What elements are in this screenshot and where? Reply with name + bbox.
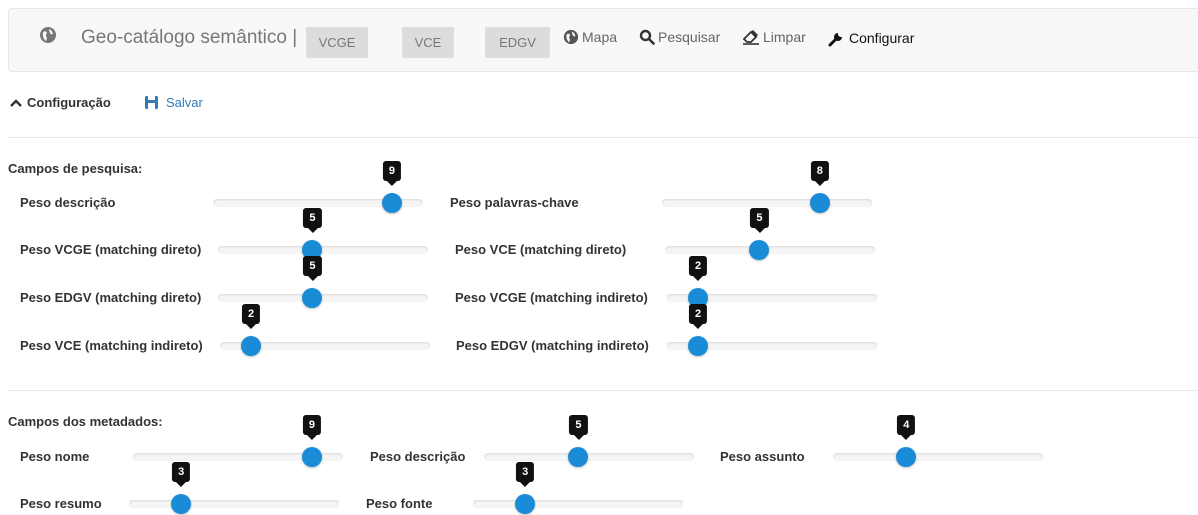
slider-peso-descricao-track[interactable] bbox=[484, 453, 694, 461]
map-link[interactable]: Mapa bbox=[563, 29, 617, 45]
configure-link[interactable]: Configurar bbox=[828, 29, 914, 47]
divider bbox=[8, 137, 1198, 138]
clear-link-label: Limpar bbox=[763, 29, 806, 45]
map-link-label: Mapa bbox=[582, 29, 618, 45]
configure-link-label: Configurar bbox=[849, 30, 915, 46]
slider-peso-edgv-matching-direto-handle[interactable] bbox=[302, 288, 323, 308]
divider bbox=[8, 390, 1198, 391]
brand-title[interactable]: Geo-catálogo semântico | bbox=[81, 27, 297, 49]
save-button[interactable]: Salvar bbox=[145, 95, 203, 110]
slider-peso-palavras-chave-label: Peso palavras-chave bbox=[450, 195, 579, 210]
slider-peso-vcge-matching-direto-track[interactable] bbox=[218, 246, 428, 254]
slider-peso-descricao-handle[interactable] bbox=[568, 447, 589, 467]
edgv-button[interactable]: EDGV bbox=[485, 27, 550, 58]
clear-link[interactable]: Limpar bbox=[742, 29, 806, 45]
slider-peso-descricao-handle[interactable] bbox=[381, 193, 402, 213]
globe-icon bbox=[563, 29, 579, 45]
slider-peso-nome-value-tooltip: 9 bbox=[302, 415, 321, 440]
slider-peso-assunto-value-tooltip: 4 bbox=[897, 415, 916, 440]
slider-peso-palavras-chave-track[interactable] bbox=[662, 199, 872, 207]
slider-peso-vce-matching-direto-track[interactable] bbox=[665, 246, 875, 254]
vce-button[interactable]: VCE bbox=[402, 27, 454, 58]
chevron-up-icon bbox=[10, 98, 22, 107]
slider-peso-edgv-matching-indireto-label: Peso EDGV (matching indireto) bbox=[456, 338, 649, 353]
configuration-toggle[interactable]: Configuração bbox=[10, 95, 111, 110]
configuration-title: Configuração bbox=[27, 95, 111, 110]
floppy-icon bbox=[145, 96, 158, 109]
slider-peso-vce-matching-direto-label: Peso VCE (matching direto) bbox=[455, 242, 627, 257]
slider-peso-vcge-matching-direto-label: Peso VCGE (matching direto) bbox=[20, 242, 202, 257]
wrench-icon bbox=[828, 33, 842, 47]
slider-peso-nome-label: Peso nome bbox=[20, 449, 90, 464]
slider-peso-fonte-label: Peso fonte bbox=[366, 496, 433, 511]
slider-peso-vce-matching-indireto-handle[interactable] bbox=[241, 336, 262, 356]
slider-peso-resumo-handle[interactable] bbox=[171, 494, 192, 514]
slider-peso-vce-matching-indireto-label: Peso VCE (matching indireto) bbox=[20, 338, 203, 353]
slider-peso-edgv-matching-indireto-handle[interactable] bbox=[688, 336, 709, 356]
search-link[interactable]: Pesquisar bbox=[639, 29, 720, 45]
slider-peso-resumo-label: Peso resumo bbox=[20, 496, 102, 511]
slider-peso-nome-handle[interactable] bbox=[301, 447, 322, 467]
slider-peso-fonte-track[interactable] bbox=[473, 500, 683, 508]
slider-peso-edgv-matching-direto-value-tooltip: 5 bbox=[303, 256, 322, 281]
slider-peso-descricao-label: Peso descrição bbox=[20, 195, 116, 210]
search-link-label: Pesquisar bbox=[658, 29, 721, 45]
metadata-fields-title: Campos dos metadados: bbox=[8, 414, 163, 429]
slider-peso-vce-matching-indireto-value-tooltip: 2 bbox=[242, 304, 261, 329]
slider-peso-palavras-chave-value-tooltip: 8 bbox=[810, 161, 829, 186]
slider-peso-descricao-value-tooltip: 5 bbox=[569, 415, 588, 440]
slider-peso-vcge-matching-direto-value-tooltip: 5 bbox=[303, 208, 322, 233]
navbar: Geo-catálogo semântico | VCGE VCE EDGV M… bbox=[8, 8, 1198, 72]
globe-icon[interactable] bbox=[39, 26, 57, 44]
slider-peso-resumo-track[interactable] bbox=[129, 500, 339, 508]
slider-peso-palavras-chave-handle[interactable] bbox=[809, 193, 830, 213]
slider-peso-edgv-matching-direto-label: Peso EDGV (matching direto) bbox=[20, 290, 202, 305]
slider-peso-resumo-value-tooltip: 3 bbox=[172, 462, 191, 487]
slider-peso-vcge-matching-indireto-value-tooltip: 2 bbox=[689, 256, 708, 281]
slider-peso-fonte-handle[interactable] bbox=[515, 494, 536, 514]
slider-peso-descricao-value-tooltip: 9 bbox=[382, 161, 401, 186]
vcge-button[interactable]: VCGE bbox=[306, 27, 368, 58]
slider-peso-vce-matching-direto-value-tooltip: 5 bbox=[750, 208, 769, 233]
slider-peso-assunto-handle[interactable] bbox=[896, 447, 917, 467]
slider-peso-assunto-track[interactable] bbox=[833, 453, 1043, 461]
slider-peso-vce-matching-direto-handle[interactable] bbox=[749, 240, 770, 260]
slider-peso-edgv-matching-direto-track[interactable] bbox=[218, 294, 428, 302]
eraser-icon bbox=[742, 30, 759, 45]
save-label: Salvar bbox=[166, 95, 203, 110]
slider-peso-vcge-matching-indireto-label: Peso VCGE (matching indireto) bbox=[455, 290, 648, 305]
search-icon bbox=[639, 29, 655, 45]
slider-peso-assunto-label: Peso assunto bbox=[720, 449, 805, 464]
search-fields-title: Campos de pesquisa: bbox=[8, 161, 143, 176]
slider-peso-edgv-matching-indireto-value-tooltip: 2 bbox=[689, 304, 708, 329]
slider-peso-fonte-value-tooltip: 3 bbox=[516, 462, 535, 487]
slider-peso-descricao-label: Peso descrição bbox=[370, 449, 466, 464]
